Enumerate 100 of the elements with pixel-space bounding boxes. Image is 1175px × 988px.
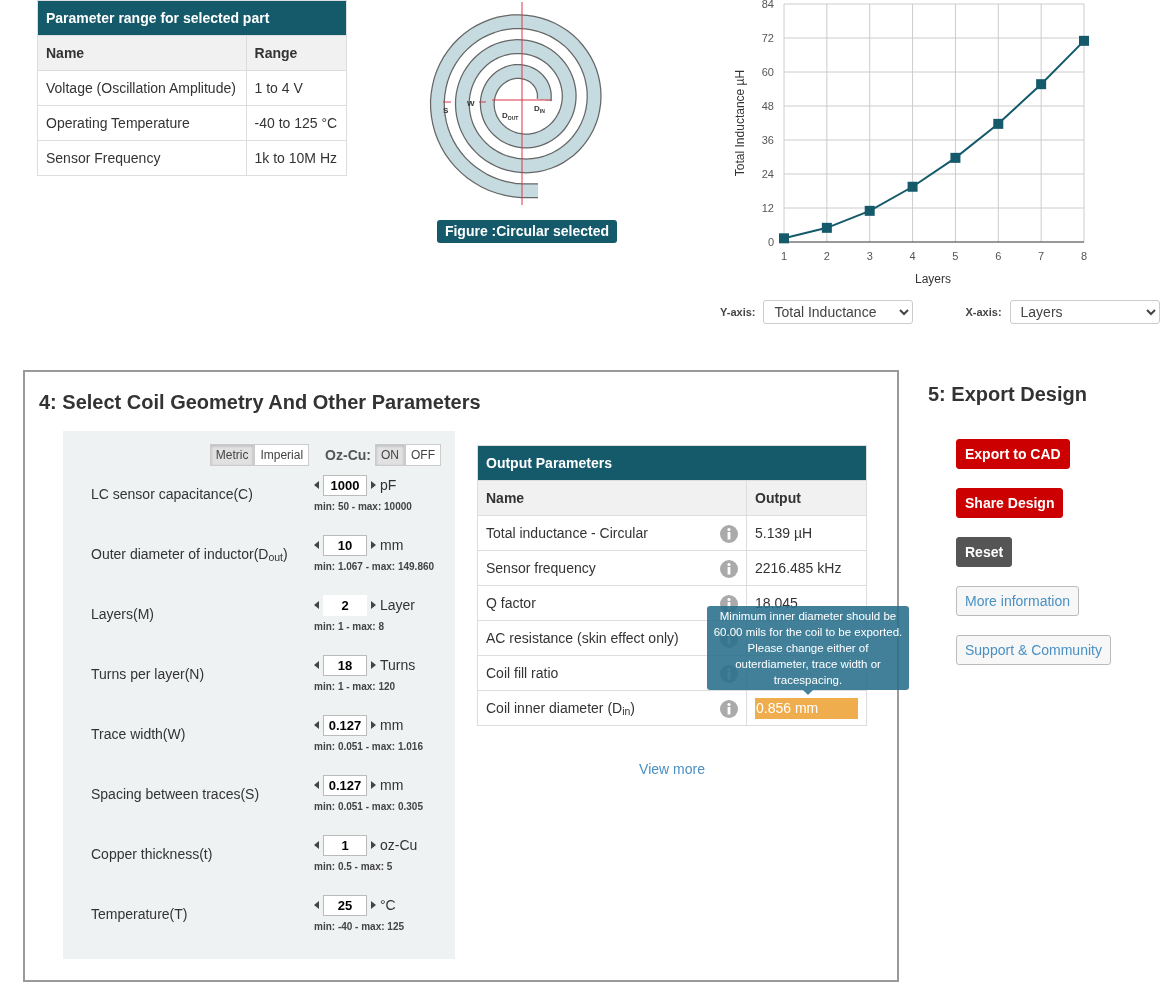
decrement-arrow-icon[interactable] — [314, 901, 319, 909]
toggle-label: Oz-Cu: — [325, 445, 371, 465]
column-header: Output — [746, 480, 867, 516]
unit-label: Turns — [380, 655, 416, 675]
number-field[interactable]: 25 — [323, 894, 367, 916]
action-button[interactable]: Share Design — [956, 488, 1064, 518]
increment-arrow-icon[interactable] — [371, 841, 376, 849]
toggle-option[interactable]: ON — [375, 444, 405, 466]
decrement-arrow-icon[interactable] — [314, 541, 319, 549]
axis-tick-label: 3 — [866, 250, 873, 262]
data-point — [864, 205, 875, 216]
axis-label: X-axis: — [965, 304, 1002, 320]
increment-arrow-icon[interactable] — [371, 901, 376, 909]
axis-tick-label: 7 — [1038, 250, 1045, 262]
increment-arrow-icon[interactable] — [371, 661, 376, 669]
section-title: 5: Export Design — [928, 382, 1087, 406]
view-more-link[interactable]: View more — [639, 761, 705, 777]
table-cell: 1k to 10M Hz — [246, 140, 347, 176]
tooltip: Minimum inner diameter should be 60.00 mils for the coil to be exported. Please change either of outerdiameter, trace width or tracespacing. — [707, 606, 909, 690]
column-header: Name — [37, 35, 247, 71]
data-point — [907, 181, 918, 192]
axis-tick-label: 36 — [761, 134, 774, 146]
range-hint: min: 0.5 - max: 5 — [314, 859, 394, 874]
dimension-label: D$_{OUT}$ — [502, 111, 519, 121]
table-cell: Sensor frequency — [477, 550, 712, 586]
number-field[interactable]: 1000 — [323, 474, 367, 496]
range-hint: min: 1 - max: 8 — [314, 619, 386, 634]
axis-tick-label: 84 — [761, 0, 774, 10]
action-button[interactable]: Reset — [956, 537, 1013, 567]
unit-toggle[interactable]: Imperial — [254, 444, 310, 466]
number-field[interactable]: 18 — [323, 654, 367, 676]
table-cell: Voltage (Oscillation Amplitude) — [37, 70, 247, 106]
data-point — [821, 222, 832, 233]
dimension-label: D$_{IN}$ — [534, 104, 545, 114]
unit-label: °C — [380, 895, 396, 915]
axis-title: Layers — [915, 272, 951, 286]
axis-select[interactable]: Total Inductance — [763, 300, 914, 324]
section-title: 4: Select Coil Geometry And Other Parameters — [39, 390, 482, 414]
range-hint: min: 1 - max: 120 — [314, 679, 397, 694]
data-point — [1079, 35, 1089, 46]
number-field[interactable]: 2 — [323, 594, 367, 616]
table-cell: Coil inner diameter (D$_{in}$) — [477, 690, 712, 726]
table-cell: -40 to 125 °C — [246, 105, 347, 141]
range-hint: min: -40 - max: 125 — [314, 919, 405, 934]
range-hint: min: 0.051 - max: 0.305 — [314, 799, 423, 814]
axis-label: Y-axis: — [720, 304, 756, 320]
range-hint: min: 1.067 - max: 149.860 — [314, 559, 435, 574]
axis-tick-label: 4 — [909, 250, 916, 262]
data-point — [993, 118, 1004, 129]
data-point — [1036, 79, 1047, 90]
decrement-arrow-icon[interactable] — [314, 601, 319, 609]
parameter-label: Turns per layer(N) — [91, 664, 206, 684]
figure-caption: Figure :Circular selected — [436, 220, 618, 243]
increment-arrow-icon[interactable] — [371, 721, 376, 729]
table-cell: 5.139 µH — [755, 524, 813, 541]
increment-arrow-icon[interactable] — [371, 541, 376, 549]
table-cell: 1 to 4 V — [246, 70, 347, 106]
decrement-arrow-icon[interactable] — [314, 721, 319, 729]
table-cell: 0.856 mm — [755, 697, 858, 719]
decrement-arrow-icon[interactable] — [314, 481, 319, 489]
unit-label: mm — [380, 535, 404, 555]
number-field[interactable]: 0.127 — [323, 714, 367, 736]
unit-label: mm — [380, 715, 404, 735]
number-field[interactable]: 0.127 — [323, 774, 367, 796]
axis-tick-label: 6 — [995, 250, 1002, 262]
number-field[interactable]: 10 — [323, 534, 367, 556]
data-point — [950, 152, 961, 163]
unit-toggle[interactable]: Metric — [209, 444, 255, 466]
parameter-label: Spacing between traces(S) — [91, 784, 261, 804]
parameter-label: Trace width(W) — [91, 724, 187, 744]
decrement-arrow-icon[interactable] — [314, 781, 319, 789]
decrement-arrow-icon[interactable] — [314, 841, 319, 849]
data-point — [779, 233, 789, 244]
toggle-option[interactable]: OFF — [405, 444, 441, 466]
unit-label: oz-Cu — [380, 835, 418, 855]
action-button[interactable]: Export to CAD — [956, 439, 1070, 469]
unit-label: mm — [380, 775, 404, 795]
table-cell: Total inductance - Circular — [477, 515, 712, 551]
table-cell: Operating Temperature — [37, 105, 247, 141]
increment-arrow-icon[interactable] — [371, 601, 376, 609]
parameter-label: Temperature(T) — [91, 904, 189, 924]
axis-tick-label: 2 — [823, 250, 830, 262]
unit-label: pF — [380, 475, 397, 495]
parameter-label: Layers(M) — [91, 604, 155, 624]
table-cell: 2216.485 kHz — [755, 559, 842, 576]
unit-label: Layer — [380, 595, 416, 615]
axis-tick-label: 12 — [761, 202, 774, 214]
column-header: Range — [246, 35, 347, 71]
increment-arrow-icon[interactable] — [371, 481, 376, 489]
tooltip-arrow — [803, 690, 813, 695]
table-title: Output Parameters — [477, 445, 867, 481]
number-field[interactable]: 1 — [323, 834, 367, 856]
axis-tick-label: 8 — [1080, 250, 1088, 262]
parameter-label: LC sensor capacitance(C) — [91, 484, 254, 504]
decrement-arrow-icon[interactable] — [314, 661, 319, 669]
axis-tick-label: 24 — [761, 168, 774, 180]
axis-tick-label: 0 — [767, 236, 774, 248]
axis-select[interactable]: Layers — [1009, 300, 1160, 324]
increment-arrow-icon[interactable] — [371, 781, 376, 789]
table-cell: Sensor Frequency — [37, 140, 247, 176]
